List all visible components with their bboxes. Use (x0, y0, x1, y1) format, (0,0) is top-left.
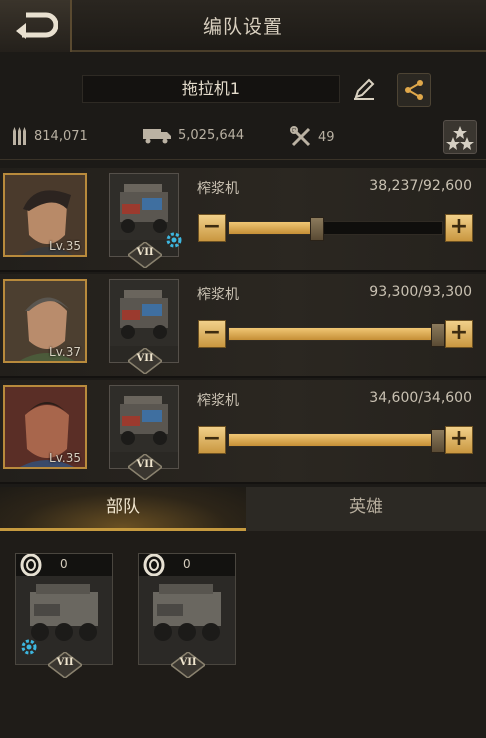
slider-knob[interactable] (430, 429, 445, 453)
available-unit-card[interactable]: 0 VII (138, 553, 236, 679)
rank-label: VII (179, 657, 197, 668)
gear-icon (166, 232, 182, 248)
tools-icon (290, 126, 311, 147)
formation-stats: 814,071 5,025,644 49 (0, 116, 486, 160)
tab-heroes[interactable]: 英雄 (246, 487, 486, 531)
vehicle-card[interactable]: VII (109, 279, 179, 375)
increase-button[interactable]: + (445, 214, 473, 242)
ammo-stat: 814,071 (12, 126, 88, 146)
ammo-value: 814,071 (34, 128, 88, 144)
rank-badge: VII (126, 241, 164, 269)
tab-troops[interactable]: 部队 (0, 487, 246, 531)
unit-name: 榨浆机 (197, 181, 239, 197)
slider-track[interactable] (228, 217, 443, 241)
hero-portrait[interactable]: Lv.37 (3, 279, 87, 363)
vehicle-card[interactable]: VII (109, 385, 179, 481)
truck-icon (143, 129, 171, 144)
pencil-icon[interactable] (352, 77, 376, 101)
slider-fill (229, 222, 317, 234)
hero-portrait[interactable]: Lv.35 (3, 385, 87, 469)
troop-slider[interactable]: − + (198, 214, 473, 242)
unit-card-header: 0 (16, 554, 112, 576)
vehicle-icon (110, 386, 178, 452)
rank-label: VII (56, 657, 74, 668)
unit-count: 38,237/92,600 (369, 178, 472, 194)
slider-knob[interactable] (309, 217, 324, 241)
slider-fill (229, 434, 442, 446)
decrease-button[interactable]: − (198, 426, 226, 454)
unit-card-count: 0 (183, 557, 191, 571)
gear-icon (21, 639, 37, 655)
hero-level: Lv.35 (49, 239, 81, 253)
formation-slot: Lv.35 VII 榨浆机 34,600/34,600 − + (0, 380, 486, 484)
available-unit-card[interactable]: 0 VII (15, 553, 113, 679)
bullets-icon (13, 127, 26, 145)
unit-count: 93,300/93,300 (369, 284, 472, 300)
rank-badge: VII (126, 347, 164, 375)
repair-value: 49 (318, 129, 335, 145)
hero-portrait[interactable]: Lv.35 (3, 173, 87, 257)
unit-name: 榨浆机 (197, 393, 239, 409)
header-bar: 编队设置 (0, 0, 486, 52)
unit-name: 榨浆机 (197, 287, 239, 303)
formation-name-field[interactable]: 拖拉机1 (82, 75, 340, 103)
vehicle-icon (110, 280, 178, 346)
formation-slot: Lv.37 VII 榨浆机 93,300/93,300 − + (0, 274, 486, 378)
troop-slider[interactable]: − + (198, 426, 473, 454)
page-title: 编队设置 (202, 16, 283, 38)
rank-badge: VII (126, 453, 164, 481)
hero-level: Lv.37 (49, 345, 81, 359)
unit-card-count: 0 (60, 557, 68, 571)
rank-label: VII (136, 247, 154, 258)
slider-fill (229, 328, 442, 340)
rank-label: VII (136, 353, 154, 364)
formation-name-row: 拖拉机1 (0, 60, 486, 116)
decrease-button[interactable]: − (198, 214, 226, 242)
load-value: 5,025,644 (178, 127, 245, 143)
share-button[interactable] (397, 73, 431, 107)
increase-button[interactable]: + (445, 426, 473, 454)
tab-bar: 部队 英雄 (0, 487, 486, 531)
vehicle-card[interactable]: VII (109, 173, 182, 269)
hero-level: Lv.35 (49, 451, 81, 465)
tire-icon (20, 554, 42, 576)
repair-stat: 49 (290, 126, 335, 148)
decrease-button[interactable]: − (198, 320, 226, 348)
unit-count: 34,600/34,600 (369, 390, 472, 406)
share-icon (405, 80, 423, 100)
slider-track[interactable] (228, 323, 445, 347)
tire-icon (143, 554, 165, 576)
rank-badge: VII (169, 651, 207, 679)
slider-knob[interactable] (430, 323, 445, 347)
increase-button[interactable]: + (445, 320, 473, 348)
rank-button[interactable] (443, 120, 477, 154)
slider-track[interactable] (228, 429, 445, 453)
rank-label: VII (136, 459, 154, 470)
stars-icon (446, 126, 474, 150)
formation-slot: Lv.35 VII 榨浆机 38,237/92,600 − + (0, 168, 486, 272)
rank-badge: VII (46, 651, 84, 679)
unit-card-header: 0 (139, 554, 235, 576)
vehicle-icon (153, 584, 221, 641)
load-stat: 5,025,644 (142, 126, 244, 144)
troop-slider[interactable]: − + (198, 320, 473, 348)
